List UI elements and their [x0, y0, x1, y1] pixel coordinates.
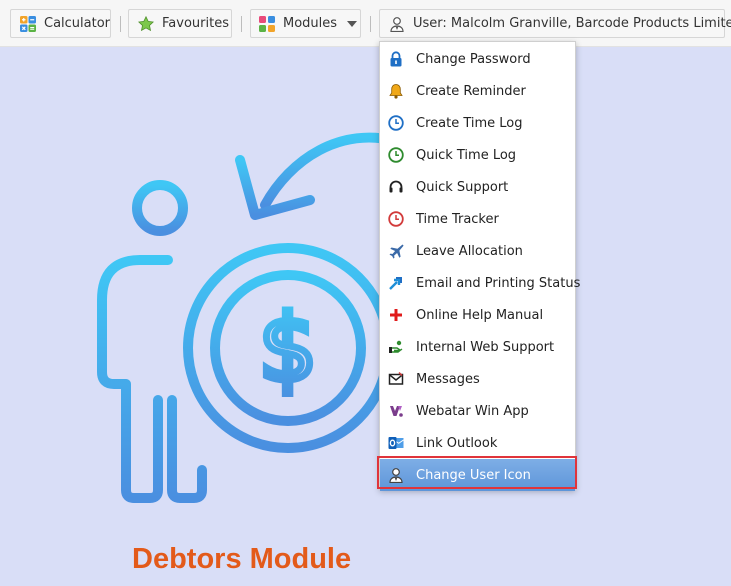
menu-item-label: Internal Web Support: [416, 339, 555, 355]
menu-item-label: Change User Icon: [416, 467, 531, 483]
menu-item-label: Create Reminder: [416, 83, 526, 99]
person-body-icon: [97, 255, 207, 503]
clock-icon: [388, 115, 404, 131]
outlook-icon: [388, 437, 404, 449]
dollar-icon: $: [259, 295, 318, 402]
user-icon: [389, 468, 403, 483]
menu-item-change-user-icon[interactable]: Change User Icon: [380, 459, 575, 491]
modules-grid-icon: [259, 15, 275, 32]
menu-item-label: Webatar Win App: [416, 403, 529, 419]
person-head-icon: [132, 180, 188, 236]
menu-item-online-help-manual[interactable]: Online Help Manual: [380, 299, 575, 331]
menu-item-change-password[interactable]: Change Password: [380, 43, 575, 75]
user-label: User: Malcolm Granville, Barcode Product…: [413, 16, 731, 31]
menu-item-quick-time-log[interactable]: Quick Time Log: [380, 139, 575, 171]
menu-item-create-time-log[interactable]: Create Time Log: [380, 107, 575, 139]
menu-item-label: Messages: [416, 371, 480, 387]
menu-item-link-outlook[interactable]: Link Outlook: [380, 427, 575, 459]
menu-item-label: Change Password: [416, 51, 531, 67]
menu-item-label: Time Tracker: [416, 211, 499, 227]
user-menu-dropdown[interactable]: User: Malcolm Granville, Barcode Product…: [379, 9, 731, 38]
toolbar-separator: [241, 16, 242, 32]
calculator-label: Calculator: [44, 16, 111, 31]
menu-item-create-reminder[interactable]: Create Reminder: [380, 75, 575, 107]
menu-item-leave-allocation[interactable]: Leave Allocation: [380, 235, 575, 267]
clock-icon: [388, 211, 404, 227]
menu-item-label: Email and Printing Status: [416, 275, 581, 291]
app-icon: [390, 406, 403, 417]
bell-icon: [389, 84, 403, 99]
calculator-icon: [20, 15, 36, 32]
menu-item-label: Link Outlook: [416, 435, 498, 451]
menu-item-webatar-win-app[interactable]: Webatar Win App: [380, 395, 575, 427]
envelope-icon: [388, 371, 404, 385]
modules-dropdown[interactable]: Modules: [250, 9, 361, 38]
menu-item-time-tracker[interactable]: Time Tracker: [380, 203, 575, 235]
calculator-button[interactable]: Calculator: [10, 9, 111, 38]
star-icon: [138, 15, 154, 31]
modules-label: Modules: [283, 16, 338, 31]
user-dropdown-menu: Change Password Create Reminder Create T…: [379, 41, 580, 491]
arrows-icon: [389, 277, 402, 290]
menu-item-label: Quick Time Log: [416, 147, 517, 163]
menu-item-internal-web-support[interactable]: Internal Web Support: [380, 331, 575, 363]
clock-icon: [388, 147, 404, 163]
menu-item-email-printing-status[interactable]: Email and Printing Status: [380, 267, 580, 299]
user-icon: [390, 16, 404, 32]
favourites-label: Favourites: [162, 16, 229, 31]
menu-item-label: Create Time Log: [416, 115, 523, 131]
support-icon: [389, 340, 403, 353]
menu-item-label: Online Help Manual: [416, 307, 544, 323]
menu-item-messages[interactable]: Messages: [380, 363, 575, 395]
menu-item-label: Quick Support: [416, 179, 509, 195]
module-title: Debtors Module: [132, 543, 352, 575]
plus-icon: [390, 309, 402, 321]
favourites-button[interactable]: Favourites: [128, 9, 232, 38]
lock-icon: [390, 51, 402, 67]
plane-icon: [389, 244, 404, 259]
top-toolbar: Calculator Favourites Modules User: Malc…: [0, 0, 731, 47]
menu-item-quick-support[interactable]: Quick Support: [380, 171, 575, 203]
toolbar-separator: [120, 16, 121, 32]
debtors-illustration: $: [97, 132, 405, 503]
headset-icon: [389, 180, 403, 193]
menu-item-label: Leave Allocation: [416, 243, 523, 259]
chevron-down-icon: [347, 20, 358, 27]
toolbar-separator: [370, 16, 371, 32]
